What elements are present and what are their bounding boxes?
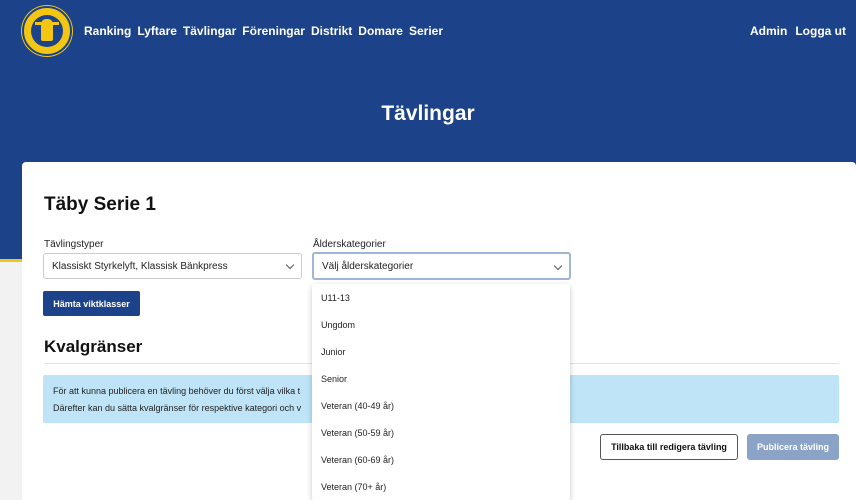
competition-types-value: Klassiskt Styrkelyft, Klassisk Bänkpress <box>52 260 228 272</box>
nav-lyftare[interactable]: Lyftare <box>137 24 177 38</box>
competition-title: Täby Serie 1 <box>44 194 156 215</box>
nav-ranking[interactable]: Ranking <box>84 24 131 38</box>
age-option-veteran-50-59[interactable]: Veteran (50-59 år) <box>321 428 394 438</box>
age-option-senior[interactable]: Senior <box>321 374 347 384</box>
age-option-ungdom[interactable]: Ungdom <box>321 320 355 330</box>
age-categories-label: Ålderskategorier <box>313 239 386 250</box>
chevron-down-icon <box>285 260 295 270</box>
main-nav: Ranking Lyftare Tävlingar Föreningar Dis… <box>84 24 443 38</box>
fetch-weight-classes-button[interactable]: Hämta viktklasser <box>43 291 140 316</box>
nav-admin[interactable]: Admin <box>750 24 787 38</box>
age-option-veteran-70-plus[interactable]: Veteran (70+ år) <box>321 482 386 492</box>
competition-types-label: Tävlingstyper <box>44 239 104 250</box>
publish-button[interactable]: Publicera tävling <box>747 434 839 460</box>
nav-serier[interactable]: Serier <box>409 24 443 38</box>
age-option-junior[interactable]: Junior <box>321 347 346 357</box>
competition-types-select[interactable]: Klassiskt Styrkelyft, Klassisk Bänkpress <box>43 253 302 279</box>
age-categories-placeholder: Välj ålderskategorier <box>322 260 414 272</box>
age-option-veteran-60-69[interactable]: Veteran (60-69 år) <box>321 455 394 465</box>
page-title: Tävlingar <box>381 102 475 125</box>
back-to-edit-button[interactable]: Tillbaka till redigera tävling <box>600 434 738 460</box>
age-option-u11-13[interactable]: U11-13 <box>321 293 350 303</box>
nav-tavlingar[interactable]: Tävlingar <box>183 24 236 38</box>
age-option-veteran-40-49[interactable]: Veteran (40-49 år) <box>321 401 394 411</box>
qualification-title: Kvalgränser <box>44 337 143 356</box>
age-categories-select[interactable]: Välj ålderskategorier <box>312 252 571 280</box>
nav-domare[interactable]: Domare <box>358 24 403 38</box>
logo-lifter-figure <box>41 19 53 41</box>
accent-stripe <box>0 259 22 262</box>
user-nav: Admin Logga ut <box>750 24 846 38</box>
age-categories-dropdown: U11-13 Ungdom Junior Senior Veteran (40-… <box>312 284 570 500</box>
nav-logout[interactable]: Logga ut <box>795 24 846 38</box>
chevron-down-icon <box>553 261 563 271</box>
federation-logo[interactable] <box>22 6 72 56</box>
nav-distrikt[interactable]: Distrikt <box>311 24 352 38</box>
nav-foreningar[interactable]: Föreningar <box>242 24 305 38</box>
